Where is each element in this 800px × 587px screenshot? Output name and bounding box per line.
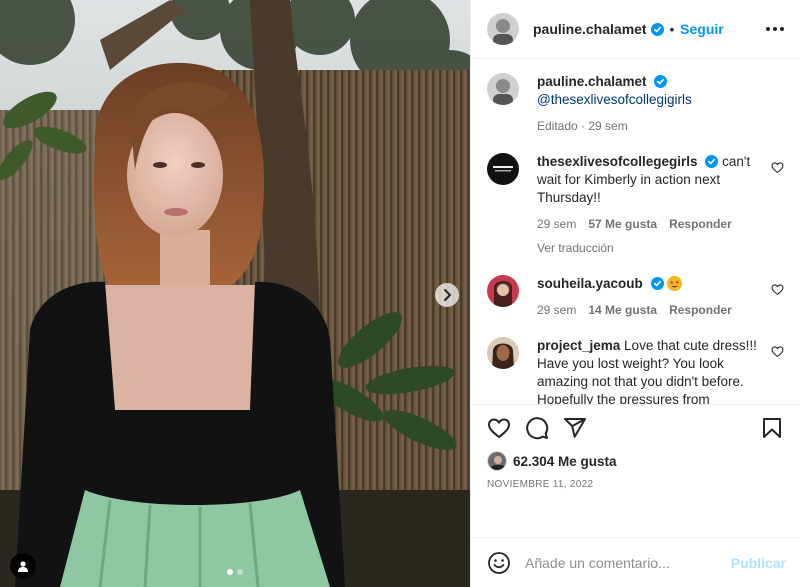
commenter-avatar[interactable] — [487, 153, 519, 185]
share-button[interactable] — [563, 416, 587, 440]
post-actions: 62.304 Me gusta NOVIEMBRE 11, 2022 — [471, 404, 800, 537]
follow-button[interactable]: Seguir — [680, 21, 724, 37]
publish-button[interactable]: Publicar — [731, 555, 786, 571]
heart-icon[interactable] — [771, 283, 784, 296]
reply-button[interactable]: Responder — [669, 301, 732, 319]
star-struck-emoji-icon: ★ ★ — [667, 276, 683, 291]
comment-time[interactable]: 29 sem — [537, 301, 576, 319]
comment-composer: Publicar — [471, 537, 800, 587]
comment-username[interactable]: thesexlivesofcollegegirls — [537, 154, 698, 169]
tagged-users-button[interactable] — [10, 553, 36, 579]
comment-item: souheila.yacoub ★ ★ 29 sem 14 Me gusta Re… — [487, 275, 784, 319]
caption-mention-link[interactable]: @thesexlivesofcollegigirls — [537, 91, 762, 109]
caption-meta: Editado · 29 sem — [537, 119, 628, 133]
like-button[interactable] — [487, 416, 511, 440]
chevron-right-icon — [444, 289, 451, 301]
commenter-avatar[interactable] — [487, 275, 519, 307]
verified-badge-icon — [654, 75, 668, 88]
svg-text:★: ★ — [675, 280, 680, 286]
see-translation-link[interactable]: Ver traducción — [537, 239, 762, 257]
comment-meta: 29 sem 57 Me gusta Responder — [537, 215, 762, 233]
carousel-dot — [227, 569, 233, 575]
header-separator: • — [669, 21, 675, 37]
more-horizontal-icon — [766, 27, 770, 31]
comment-button[interactable] — [525, 416, 549, 440]
comment-username[interactable]: project_jema — [537, 338, 620, 353]
instagram-post-modal: pauline.chalamet • Seguir pauline.chalam… — [0, 0, 800, 587]
svg-text:★: ★ — [670, 280, 675, 286]
heart-icon[interactable] — [771, 161, 784, 174]
post-date[interactable]: NOVIEMBRE 11, 2022 — [487, 479, 784, 490]
post-image — [0, 0, 470, 587]
author-username[interactable]: pauline.chalamet — [533, 21, 647, 37]
caption-time[interactable]: 29 sem — [588, 119, 627, 133]
post-photo[interactable] — [0, 0, 470, 587]
comment-username[interactable]: souheila.yacoub — [537, 276, 643, 291]
carousel-indicator — [0, 569, 470, 575]
comment-item: project_jema Love that cute dress!!! Hav… — [487, 337, 784, 404]
liker-avatar[interactable] — [487, 451, 507, 471]
bookmark-button[interactable] — [760, 416, 784, 440]
post-caption: pauline.chalamet @thesexlivesofcollegigi… — [487, 73, 784, 135]
verified-badge-icon — [705, 155, 719, 168]
verified-badge-icon — [650, 277, 664, 290]
emoji-icon[interactable] — [487, 551, 511, 575]
author-avatar[interactable] — [487, 73, 519, 105]
likes-count[interactable]: 62.304 Me gusta — [513, 454, 617, 469]
comments-list[interactable]: pauline.chalamet @thesexlivesofcollegigi… — [471, 59, 800, 404]
edited-label: Editado — [537, 119, 578, 133]
comment-likes[interactable]: 57 Me gusta — [588, 215, 657, 233]
comment-time[interactable]: 29 sem — [537, 215, 576, 233]
author-avatar[interactable] — [487, 13, 519, 45]
comment-input[interactable] — [525, 554, 731, 571]
more-options-button[interactable] — [766, 23, 784, 35]
post-header: pauline.chalamet • Seguir — [471, 0, 800, 59]
comment-meta: 29 sem 14 Me gusta Responder — [537, 301, 762, 319]
verified-badge-icon — [650, 22, 664, 36]
heart-icon[interactable] — [771, 345, 784, 358]
carousel-next-button[interactable] — [435, 283, 459, 307]
reply-button[interactable]: Responder — [669, 215, 732, 233]
commenter-avatar[interactable] — [487, 337, 519, 369]
carousel-dot — [237, 569, 243, 575]
user-tag-icon — [18, 561, 28, 572]
likes-summary: 62.304 Me gusta — [487, 451, 784, 471]
post-side-panel: pauline.chalamet • Seguir pauline.chalam… — [470, 0, 800, 587]
comment-item: thesexlivesofcollegegirls can't wait for… — [487, 153, 784, 257]
comment-likes[interactable]: 14 Me gusta — [588, 301, 657, 319]
caption-username[interactable]: pauline.chalamet — [537, 74, 647, 89]
